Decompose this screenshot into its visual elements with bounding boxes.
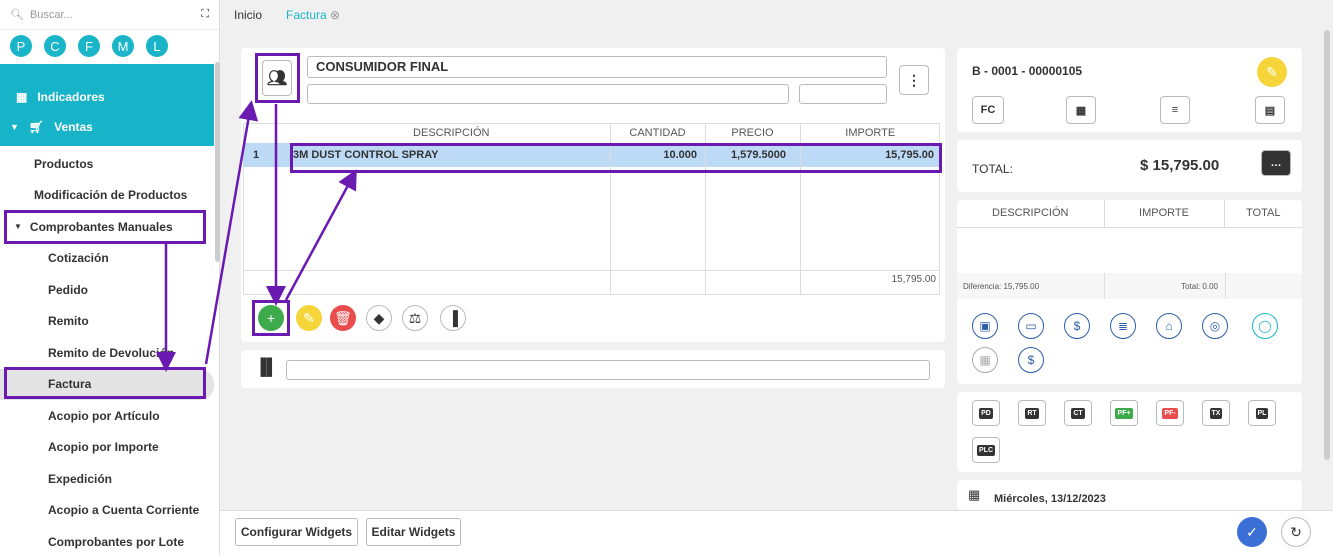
avatar-c[interactable]: C	[44, 35, 66, 57]
keypad-icon[interactable]: …	[1261, 150, 1291, 176]
sidebar-item-modificacion[interactable]: Modificación de Productos	[0, 180, 214, 212]
invoice-header-card	[957, 48, 1302, 132]
payments-table: DESCRIPCIÓN IMPORTE TOTAL	[957, 200, 1302, 228]
bank-icon[interactable]: ⌂	[1156, 313, 1182, 339]
menu-ventas[interactable]: ▼ 🛒︎ Ventas	[10, 120, 93, 134]
doc-rt-button[interactable]: RT	[1018, 400, 1046, 426]
avatar-m[interactable]: M	[112, 35, 134, 57]
receipt-icon[interactable]: $	[1018, 347, 1044, 373]
configure-widgets-button[interactable]: Configurar Widgets	[235, 518, 358, 546]
calendar-icon: ▦	[968, 487, 981, 502]
date-label: Miércoles, 13/12/2023	[994, 493, 1106, 505]
doc-pl-button[interactable]: PL	[1248, 400, 1276, 426]
search-bar[interactable]: 🔍︎ Buscar... ⛶	[0, 0, 219, 30]
row-number: 1	[253, 149, 260, 161]
search-input[interactable]: Buscar...	[30, 9, 201, 21]
highlight-customer-icon	[255, 53, 300, 103]
highlight-add-button	[252, 300, 290, 336]
calendar-icon[interactable]: ▦	[1066, 96, 1096, 124]
credit-card-icon[interactable]: ▭	[1018, 313, 1044, 339]
sidebar-item-acopio-articulo[interactable]: Acopio por Artículo	[0, 400, 214, 432]
col-importe: IMPORTE	[799, 123, 940, 143]
quick-access-bar: P C F M L	[0, 30, 219, 62]
edit-widgets-button[interactable]: Editar Widgets	[366, 518, 461, 546]
expand-icon[interactable]: ⛶	[201, 8, 209, 21]
highlight-comprobantes	[4, 210, 206, 244]
col-divider	[1104, 273, 1105, 299]
table-header: DESCRIPCIÓN CANTIDAD PRECIO IMPORTE	[243, 123, 940, 143]
sidebar-item-acopio-cuenta[interactable]: Acopio a Cuenta Corriente	[0, 495, 214, 527]
wallet-icon[interactable]: ◯	[1252, 313, 1278, 339]
avatar-f[interactable]: F	[78, 35, 100, 57]
doc-pf-minus-button[interactable]: PF-	[1156, 400, 1184, 426]
doc-pd-button[interactable]: PD	[972, 400, 1000, 426]
close-icon[interactable]: ⊗	[330, 8, 340, 22]
menu-section-header: ▦ Indicadores ▼ 🛒︎ Ventas	[0, 64, 214, 146]
caret-down-icon: ▼	[10, 122, 19, 132]
col-descripcion: DESCRIPCIÓN	[413, 127, 490, 139]
barcode-input[interactable]	[286, 360, 930, 380]
payments-col-importe: IMPORTE	[1104, 200, 1225, 227]
total-label: TOTAL:	[972, 162, 1013, 176]
sidebar-item-expedicion[interactable]: Expedición	[0, 463, 214, 495]
qr-icon[interactable]: ▦	[972, 347, 998, 373]
discount-icon[interactable]: ⚖	[402, 305, 428, 331]
payments-col-total: TOTAL	[1246, 207, 1281, 220]
highlight-selected-row	[290, 143, 942, 173]
confirm-button[interactable]: ✓	[1237, 517, 1267, 547]
col-divider	[1225, 273, 1226, 299]
edit-row-button[interactable]: ✎	[296, 305, 322, 331]
payments-difference: Diferencia: 15,795.00	[963, 282, 1040, 291]
doc-pf-plus-button[interactable]: PF+	[1110, 400, 1138, 426]
more-options-icon[interactable]: ⋮	[899, 65, 929, 95]
invoice-type-button[interactable]: FC	[972, 96, 1004, 124]
coins-icon[interactable]: ◎	[1202, 313, 1228, 339]
sidebar-item-acopio-importe[interactable]: Acopio por Importe	[0, 432, 214, 464]
refresh-icon[interactable]: ↻	[1281, 517, 1311, 547]
grid-total: 15,795.00	[891, 274, 937, 285]
main-scrollbar[interactable]	[1324, 30, 1330, 460]
customer-name-field[interactable]: CONSUMIDOR FINAL	[307, 56, 887, 78]
sidebar-item-cotizacion[interactable]: Cotización	[0, 243, 214, 275]
tab-factura[interactable]: Factura ⊗	[286, 8, 340, 22]
sidebar-item-comprobantes-lote[interactable]: Comprobantes por Lote	[0, 526, 214, 555]
tab-inicio[interactable]: Inicio	[234, 8, 262, 22]
sidebar-item-pedido[interactable]: Pedido	[0, 274, 214, 306]
sidebar-scrollbar[interactable]	[215, 62, 220, 262]
barcode-icon: ▐▌	[255, 359, 278, 376]
menu-indicadores[interactable]: ▦ Indicadores	[16, 90, 105, 104]
sidebar-item-remito[interactable]: Remito	[0, 306, 214, 338]
check-icon[interactable]: $	[1064, 313, 1090, 339]
barcode-icon[interactable]: ▐	[440, 305, 466, 331]
payments-total: Total: 0.00	[1181, 282, 1218, 291]
payments-col-descripcion: DESCRIPCIÓN	[957, 200, 1105, 227]
cash-icon[interactable]: ▣	[972, 313, 998, 339]
avatar-p[interactable]: P	[10, 35, 32, 57]
cart-icon: 🛒︎	[28, 120, 45, 134]
customer-address-field[interactable]	[307, 84, 789, 104]
highlight-factura	[4, 367, 206, 399]
col-cantidad: CANTIDAD	[609, 123, 705, 143]
store-icon[interactable]: ▤	[1255, 96, 1285, 124]
delete-row-button[interactable]: 🗑︎	[330, 305, 356, 331]
document-icon[interactable]: ≡	[1160, 96, 1190, 124]
grid-icon: ▦	[16, 90, 28, 104]
col-precio: PRECIO	[704, 123, 800, 143]
sidebar-item-remito-devolucion[interactable]: Remito de Devolución	[0, 337, 214, 369]
customer-doc-field[interactable]	[799, 84, 887, 104]
grid-footer-line	[243, 270, 940, 271]
doc-plc-button[interactable]: PLC	[972, 437, 1000, 463]
doc-tx-button[interactable]: TX	[1202, 400, 1230, 426]
total-value: $ 15,795.00	[1140, 157, 1220, 174]
invoice-number: B - 0001 - 00000105	[972, 64, 1083, 78]
voucher-icon[interactable]: ≣	[1110, 313, 1136, 339]
edit-invoice-button[interactable]: ✎	[1257, 57, 1287, 87]
avatar-l[interactable]: L	[146, 35, 168, 57]
sidebar-item-productos[interactable]: Productos	[0, 148, 214, 180]
tab-bar: Inicio Factura ⊗	[220, 0, 1333, 30]
doc-ct-button[interactable]: CT	[1064, 400, 1092, 426]
search-icon: 🔍︎	[10, 9, 24, 21]
tag-icon[interactable]: ◆	[366, 305, 392, 331]
